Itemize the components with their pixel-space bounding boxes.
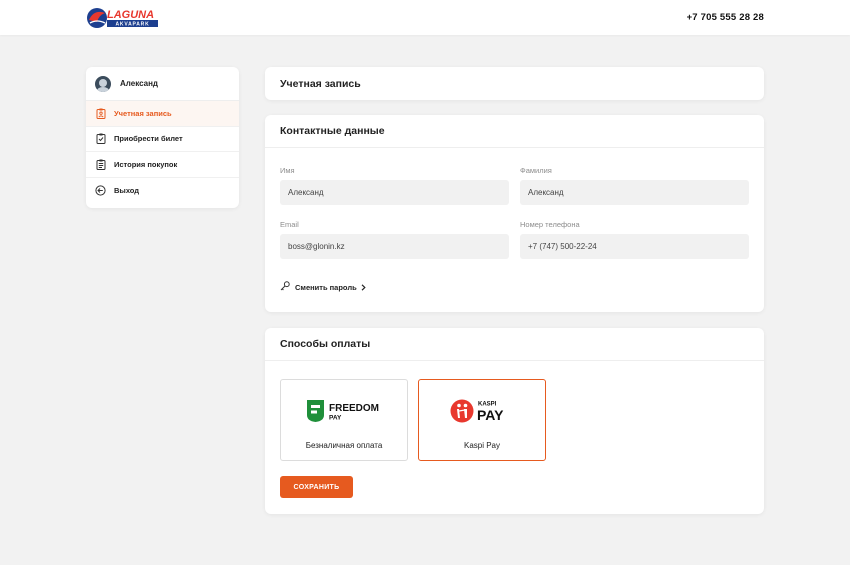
logo-subtext: AKVAPARK <box>116 22 150 28</box>
kaspi-logo-subtext: PAY <box>477 407 504 423</box>
save-button[interactable]: СОХРАНИТЬ <box>280 476 353 498</box>
email-field[interactable] <box>280 234 509 259</box>
laguna-logo[interactable]: LAGUNA AKVAPARK <box>86 5 160 30</box>
sidebar-item-label: Приобрести билет <box>114 134 183 144</box>
account-sidebar: Александ Учетная запись Приобрести билет <box>86 67 239 208</box>
logout-arrow-icon <box>95 185 106 196</box>
sidebar-item-label: История покупок <box>114 159 178 169</box>
profile-name: Александ <box>120 79 159 88</box>
first-name-input[interactable] <box>280 180 509 205</box>
contacts-card: Контактные данные Имя Фамилия Email Номе… <box>265 115 764 312</box>
sidebar-item-logout[interactable]: Выход <box>86 178 239 204</box>
payment-option-name: Kaspi Pay <box>463 441 501 450</box>
sidebar-item-label: Выход <box>114 185 140 195</box>
payment-title: Способы оплаты <box>265 328 764 361</box>
phone-label: Номер телефона <box>520 220 580 229</box>
freedom-logo-text: FREEDOM <box>329 403 379 414</box>
profile-card-icon <box>95 108 106 119</box>
phone-field[interactable] <box>520 234 749 259</box>
top-header: LAGUNA AKVAPARK +7 705 555 28 28 <box>0 0 850 35</box>
kaspi-pay-logo: KASPI PAY <box>419 396 545 426</box>
change-password-label: Сменить пароль <box>295 282 357 292</box>
sidebar-item-account[interactable]: Учетная запись <box>86 101 239 127</box>
chevron-right-icon <box>361 278 366 296</box>
first-name-label: Имя <box>280 166 295 175</box>
key-icon <box>280 278 290 296</box>
payment-methods-card: Способы оплаты FREEDOM PAY Безналичная о… <box>265 328 764 514</box>
freedom-pay-logo: FREEDOM PAY <box>281 396 407 426</box>
header-phone[interactable]: +7 705 555 28 28 <box>687 12 764 23</box>
contacts-title: Контактные данные <box>265 115 764 148</box>
history-list-icon <box>95 159 106 170</box>
freedom-logo-subtext: PAY <box>329 415 342 422</box>
last-name-input[interactable] <box>520 180 749 205</box>
sidebar-item-label: Учетная запись <box>114 108 172 118</box>
payment-option-freedom[interactable]: FREEDOM PAY Безналичная оплата <box>280 379 408 461</box>
avatar <box>95 75 111 92</box>
logo-text: LAGUNA <box>107 9 154 21</box>
payment-option-name: Безналичная оплата <box>305 441 383 450</box>
account-title-card: Учетная запись <box>265 67 764 100</box>
sidebar-item-buy-ticket[interactable]: Приобрести билет <box>86 127 239 152</box>
sidebar-profile: Александ <box>86 67 239 101</box>
change-password-link[interactable]: Сменить пароль <box>280 278 366 296</box>
email-label: Email <box>280 220 299 229</box>
last-name-label: Фамилия <box>520 166 552 175</box>
page-title: Учетная запись <box>280 77 361 90</box>
ticket-icon <box>95 133 106 145</box>
payment-option-kaspi[interactable]: KASPI PAY Kaspi Pay <box>418 379 546 461</box>
sidebar-item-purchase-history[interactable]: История покупок <box>86 152 239 178</box>
